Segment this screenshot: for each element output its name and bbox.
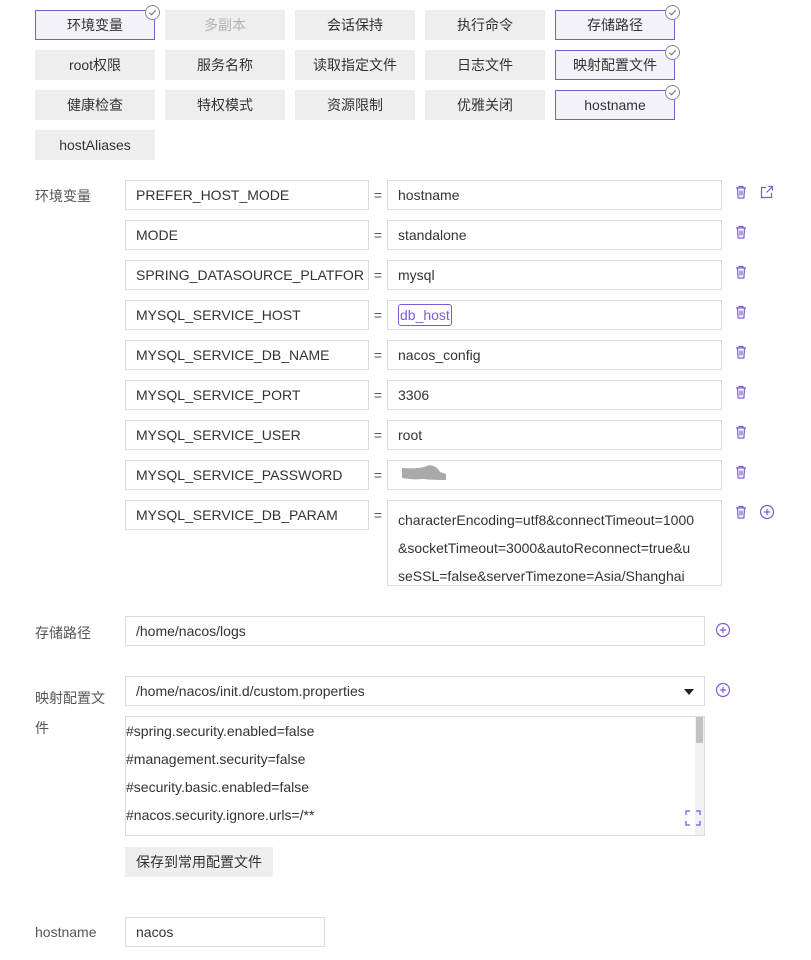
equals-sign: =	[373, 347, 383, 363]
env-value-input[interactable]: db_host	[387, 300, 722, 330]
env-value-input[interactable]: hostname	[387, 180, 722, 210]
tag-host-aliases[interactable]: hostAliases	[35, 130, 155, 160]
env-value-input[interactable]: mysql	[387, 260, 722, 290]
env-value-input[interactable]: nacos_config	[387, 340, 722, 370]
tag-log-file[interactable]: 日志文件	[425, 50, 545, 80]
check-circle-icon	[145, 5, 160, 20]
tag-label: 多副本	[204, 17, 246, 33]
editor-line: #spring.security.enabled=false	[126, 723, 315, 739]
env-key-input[interactable]: MYSQL_SERVICE_DB_NAME	[125, 340, 369, 370]
tag-label: 服务名称	[197, 57, 253, 73]
tag-label: root权限	[68, 57, 122, 73]
tag-config-map[interactable]: 映射配置文件	[555, 45, 680, 80]
hostname-section-label: hostname	[35, 924, 97, 940]
tag-label: 环境变量	[67, 17, 123, 33]
tag-label: 映射配置文件	[573, 57, 657, 73]
tag-label: hostAliases	[59, 137, 131, 153]
caret-down-icon	[684, 689, 694, 695]
tag-label: 读取指定文件	[313, 57, 397, 73]
redacted-value-mask	[402, 465, 446, 480]
tag-exec-command[interactable]: 执行命令	[425, 10, 545, 40]
tag-label: 存储路径	[587, 17, 643, 33]
tag-graceful-shutdown[interactable]: 优雅关闭	[425, 90, 545, 120]
env-value-input[interactable]: 3306	[387, 380, 722, 410]
check-circle-icon	[665, 45, 680, 60]
trash-icon[interactable]	[733, 304, 749, 320]
check-circle-icon	[665, 85, 680, 100]
highlighted-value: db_host	[398, 304, 452, 326]
tag-label: hostname	[584, 97, 646, 113]
trash-icon[interactable]	[733, 224, 749, 240]
equals-sign: =	[373, 507, 383, 523]
add-circle-icon[interactable]	[759, 504, 775, 520]
tag-label: 日志文件	[457, 57, 513, 73]
add-circle-icon[interactable]	[715, 622, 731, 638]
equals-sign: =	[373, 307, 383, 323]
hostname-input[interactable]: nacos	[125, 917, 325, 947]
config-map-section-label: 映射配置文 件	[35, 683, 105, 743]
trash-icon[interactable]	[733, 504, 749, 520]
tag-resource-limit[interactable]: 资源限制	[295, 90, 415, 120]
equals-sign: =	[373, 267, 383, 283]
tag-storage-path[interactable]: 存储路径	[555, 5, 680, 40]
env-key-input[interactable]: MYSQL_SERVICE_HOST	[125, 300, 369, 330]
label-line: 映射配置文	[35, 690, 105, 706]
env-key-input[interactable]: MYSQL_SERVICE_DB_PARAM	[125, 500, 369, 530]
tag-hostname[interactable]: hostname	[555, 85, 680, 120]
tag-label: 执行命令	[457, 17, 513, 33]
env-key-input[interactable]: PREFER_HOST_MODE	[125, 180, 369, 210]
tag-label: 优雅关闭	[457, 97, 513, 113]
save-to-common-config-button[interactable]: 保存到常用配置文件	[125, 847, 273, 877]
env-key-input[interactable]: MYSQL_SERVICE_USER	[125, 420, 369, 450]
value-line: &socketTimeout=3000&autoReconnect=true&u	[398, 540, 691, 556]
equals-sign: =	[373, 387, 383, 403]
tag-read-file[interactable]: 读取指定文件	[295, 50, 415, 80]
trash-icon[interactable]	[733, 344, 749, 360]
external-link-icon[interactable]	[759, 184, 775, 200]
value-line: characterEncoding=utf8&connectTimeout=10…	[398, 512, 695, 528]
env-key-input[interactable]: MYSQL_SERVICE_PORT	[125, 380, 369, 410]
scrollbar-thumb[interactable]	[696, 717, 703, 743]
tag-label: 会话保持	[327, 17, 383, 33]
trash-icon[interactable]	[733, 424, 749, 440]
value-line: seSSL=false&serverTimezone=Asia/Shanghai	[398, 568, 685, 584]
config-file-select[interactable]: /home/nacos/init.d/custom.properties	[125, 676, 705, 706]
env-key-input[interactable]: MODE	[125, 220, 369, 250]
editor-line: #nacos.security.ignore.urls=/**	[126, 807, 315, 823]
tag-root-permission[interactable]: root权限	[35, 50, 155, 80]
trash-icon[interactable]	[733, 184, 749, 200]
env-key-input[interactable]: MYSQL_SERVICE_PASSWORD	[125, 460, 369, 490]
select-value: /home/nacos/init.d/custom.properties	[136, 683, 365, 699]
env-value-input[interactable]: root	[387, 420, 722, 450]
tag-env-vars[interactable]: 环境变量	[35, 5, 160, 40]
tag-session-affinity[interactable]: 会话保持	[295, 10, 415, 40]
equals-sign: =	[373, 467, 383, 483]
editor-line: #management.security=false	[126, 751, 306, 767]
label-line: 件	[35, 720, 49, 736]
env-value-textarea[interactable]: characterEncoding=utf8&connectTimeout=10…	[387, 500, 722, 586]
equals-sign: =	[373, 187, 383, 203]
env-section-label: 环境变量	[35, 188, 91, 204]
env-value-input[interactable]: standalone	[387, 220, 722, 250]
env-key-input[interactable]: SPRING_DATASOURCE_PLATFOR	[125, 260, 369, 290]
storage-section-label: 存储路径	[35, 625, 91, 641]
add-circle-icon[interactable]	[715, 682, 731, 698]
tag-label: 资源限制	[327, 97, 383, 113]
editor-line: #security.basic.enabled=false	[126, 779, 310, 795]
storage-path-input[interactable]: /home/nacos/logs	[125, 616, 705, 646]
fullscreen-icon[interactable]	[685, 810, 701, 826]
trash-icon[interactable]	[733, 384, 749, 400]
tag-replicas: 多副本	[165, 10, 285, 40]
tag-label: 健康检查	[67, 97, 123, 113]
equals-sign: =	[373, 427, 383, 443]
tag-service-name[interactable]: 服务名称	[165, 50, 285, 80]
check-circle-icon	[665, 5, 680, 20]
trash-icon[interactable]	[733, 264, 749, 280]
tag-label: 特权模式	[197, 97, 253, 113]
equals-sign: =	[373, 227, 383, 243]
tag-health-check[interactable]: 健康检查	[35, 90, 155, 120]
trash-icon[interactable]	[733, 464, 749, 480]
tag-privileged[interactable]: 特权模式	[165, 90, 285, 120]
config-content-editor[interactable]: #spring.security.enabled=false #manageme…	[125, 716, 705, 836]
